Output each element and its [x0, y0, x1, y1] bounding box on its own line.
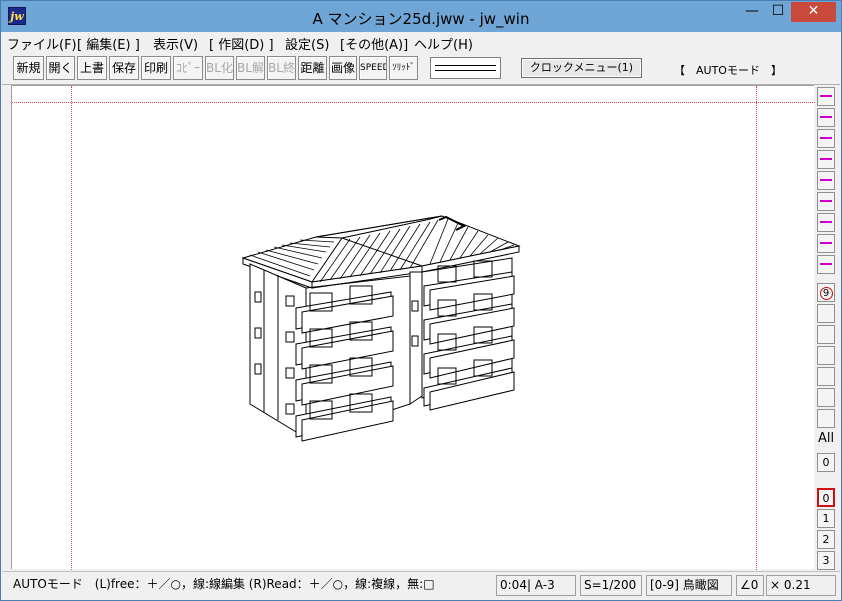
minimize-button[interactable]: —	[739, 2, 765, 22]
layer-button-9[interactable]	[817, 255, 835, 274]
block-release-button[interactable]: BL解	[236, 56, 265, 80]
layer-zero-button[interactable]: 0	[817, 453, 835, 472]
layer-group-1[interactable]: 1	[817, 509, 835, 528]
layer-group-3[interactable]: 3	[817, 551, 835, 570]
line-type-selector[interactable]	[430, 57, 501, 79]
menu-draw[interactable]: [ 作図(D) ]	[209, 34, 274, 53]
status-view[interactable]: [0-9] 鳥瞰図	[646, 575, 732, 596]
layer-button-1[interactable]	[817, 87, 835, 106]
print-button[interactable]: 印刷	[141, 56, 171, 80]
status-layer-info[interactable]: 0:04| A-3	[496, 575, 576, 596]
menu-help[interactable]: ヘルプ(H)	[414, 34, 473, 53]
layer-panel: 9 All 0 0 1 2 3	[815, 85, 839, 571]
clock-menu-button[interactable]: クロックメニュー(1)	[521, 58, 642, 78]
distance-button[interactable]: 距離	[298, 56, 327, 80]
solid-button[interactable]: ｿﾘｯﾄﾞ	[389, 56, 418, 80]
left-edge	[1, 85, 11, 569]
layer-circled-label: 9	[819, 287, 833, 300]
maximize-button[interactable]: ☐	[765, 2, 791, 22]
layer-button-8[interactable]	[817, 234, 835, 253]
layer-button-15[interactable]	[817, 409, 835, 428]
open-button[interactable]: 開く	[46, 56, 75, 80]
overwrite-button[interactable]: 上書	[77, 56, 107, 80]
speed-button[interactable]: SPEED	[359, 56, 387, 80]
close-button[interactable]: ✕	[791, 2, 836, 22]
menu-bar: ファイル(F) [ 編集(E) ] 表示(V) [ 作図(D) ] 設定(S) …	[2, 32, 840, 53]
layer-button-2[interactable]	[817, 108, 835, 127]
status-factor[interactable]: × 0.21	[766, 575, 836, 596]
layer-button-5[interactable]	[817, 171, 835, 190]
building-drawing	[241, 215, 521, 442]
block-end-button[interactable]: BL終	[267, 56, 296, 80]
layer-button-4[interactable]	[817, 150, 835, 169]
status-message: AUTOモード (L)free：＋／○，線:線編集 (R)Read：＋／○，線:…	[10, 575, 494, 596]
toolbar: 新規 開く 上書 保存 印刷 ｺﾋﾟｰ BL化 BL解 BL終 距離 画像 SP…	[2, 53, 840, 85]
menu-file[interactable]: ファイル(F)	[7, 34, 77, 53]
copy-button[interactable]: ｺﾋﾟｰ	[173, 56, 203, 80]
mode-indicator: 【 AUTOモード 】	[674, 64, 782, 77]
layer-button-11[interactable]	[817, 325, 835, 344]
block-create-button[interactable]: BL化	[205, 56, 234, 80]
layer-group-2[interactable]: 2	[817, 530, 835, 549]
layer-all-button[interactable]: All	[817, 430, 835, 449]
layer-button-6[interactable]	[817, 192, 835, 211]
status-angle[interactable]: ∠0	[736, 575, 764, 596]
image-button[interactable]: 画像	[329, 56, 357, 80]
title-bar[interactable]: jw A マンション25d.jww - jw_win — ☐ ✕	[1, 1, 841, 32]
layer-button-10[interactable]	[817, 304, 835, 323]
status-scale[interactable]: S=1/200	[580, 575, 642, 596]
new-button[interactable]: 新規	[13, 56, 44, 80]
menu-edit[interactable]: [ 編集(E) ]	[77, 34, 140, 53]
menu-settings[interactable]: 設定(S)	[285, 34, 329, 53]
layer-button-13[interactable]	[817, 367, 835, 386]
save-button[interactable]: 保存	[109, 56, 139, 80]
layer-group-0[interactable]: 0	[817, 488, 835, 507]
menu-other[interactable]: [その他(A)]	[340, 34, 408, 53]
layer-button-circled[interactable]: 9	[817, 283, 835, 302]
layer-button-14[interactable]	[817, 388, 835, 407]
layer-button-7[interactable]	[817, 213, 835, 232]
right-block	[409, 257, 515, 411]
app-window: jw A マンション25d.jww - jw_win — ☐ ✕ ファイル(F)…	[0, 0, 842, 601]
layer-button-12[interactable]	[817, 346, 835, 365]
status-bar: AUTOモード (L)free：＋／○，線:線編集 (R)Read：＋／○，線:…	[2, 571, 840, 600]
drawing-canvas[interactable]	[11, 85, 815, 570]
menu-view[interactable]: 表示(V)	[153, 34, 198, 53]
layer-button-3[interactable]	[817, 129, 835, 148]
window-title: A マンション25d.jww - jw_win	[312, 10, 530, 28]
